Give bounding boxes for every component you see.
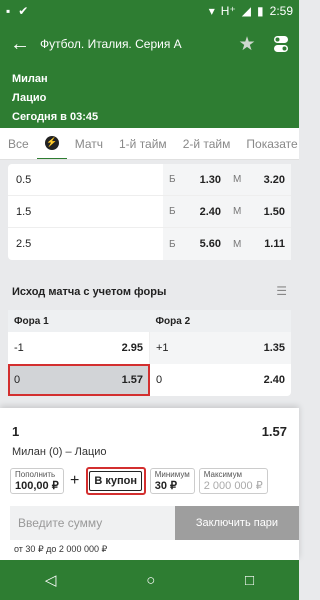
check-icon: ✔ — [18, 4, 29, 18]
tab-second-half[interactable]: 2-й тайм — [175, 128, 239, 159]
under-odd[interactable]: М 1.50 — [227, 196, 291, 227]
bet-odd: 1.57 — [261, 424, 287, 439]
network-label: H⁺ — [220, 4, 236, 18]
add-to-coupon-button[interactable]: В купон — [85, 467, 146, 495]
over-odd[interactable]: Б 1.30 — [163, 164, 227, 195]
match-start: Сегодня в 03:45 — [12, 111, 99, 123]
app-bar: ← Футбол. Италия. Серия А ★ — [0, 22, 299, 66]
clock: 2:59 — [269, 4, 293, 18]
stake-input[interactable]: Введите сумму — [10, 506, 175, 540]
handicap-table: Фора 1 Фора 2 -1 2.95 +1 1.35 0 1.57 0 2.40 — [8, 310, 291, 396]
list-menu-icon[interactable]: ☰ — [276, 284, 287, 298]
battery-icon: ▮ — [257, 4, 264, 18]
table-row: 1.5 Б 2.40 М 1.50 — [8, 196, 291, 228]
slip-actions: Пополнить 100,00 ₽ + В купон Минимум 30 … — [10, 466, 299, 496]
stake-range: от 30 ₽ до 2 000 000 ₽ — [14, 544, 108, 554]
lightning-icon: ⚡ — [44, 135, 59, 150]
page-title: Футбол. Италия. Серия А — [40, 37, 182, 51]
table-row: -1 2.95 +1 1.35 — [8, 332, 291, 364]
max-stake-button[interactable]: Максимум 2 000 000 ₽ — [198, 468, 268, 494]
settings-toggle-icon[interactable] — [263, 22, 299, 66]
market-tabs: Все ⚡ Матч 1-й тайм 2-й тайм Показате — [0, 128, 299, 160]
team1-name: Милан — [12, 73, 48, 85]
stake-input-row: Введите сумму Заключить пари — [10, 506, 299, 540]
home-icon[interactable]: ○ — [146, 572, 155, 589]
table-row: 0 1.57 0 2.40 — [8, 364, 291, 396]
under-odd[interactable]: М 1.11 — [227, 228, 291, 260]
match-info: Милан Лацио Сегодня в 03:45 — [0, 66, 299, 128]
handicap1-header: Фора 1 — [14, 315, 49, 327]
topup-button[interactable]: Пополнить 100,00 ₽ — [10, 468, 64, 494]
back-arrow-icon[interactable]: ← — [0, 22, 40, 66]
total-param: 2.5 — [16, 238, 32, 250]
plus-icon[interactable]: + — [68, 472, 82, 490]
star-icon[interactable]: ★ — [231, 22, 263, 66]
bet-count: 1 — [12, 424, 20, 439]
sim-icon: ▪ — [6, 4, 11, 18]
handicap2-header: Фора 2 — [155, 315, 191, 327]
totals-table: 0.5 Б 1.30 М 3.20 1.5 Б 2.40 М 1.50 2.5 Б 5.6… — [8, 164, 291, 260]
table-row: 2.5 Б 5.60 М 1.11 — [8, 228, 291, 260]
total-param: 1.5 — [16, 205, 32, 218]
tab-first-half[interactable]: 1-й тайм — [111, 128, 175, 159]
over-odd[interactable]: Б 5.60 — [163, 228, 227, 260]
total-param: 0.5 — [16, 173, 32, 186]
handicap1-odd[interactable]: -1 2.95 — [8, 332, 150, 364]
back-icon[interactable]: ◁ — [45, 571, 57, 589]
place-bet-button[interactable]: Заключить пари — [175, 506, 299, 540]
table-row: 0.5 Б 1.30 М 3.20 — [8, 164, 291, 196]
signal-icon: ◢ — [241, 4, 252, 18]
bet-slip: 1 1.57 Милан (0) – Лацио Пополнить 100,0… — [0, 408, 299, 560]
over-odd[interactable]: Б 2.40 — [163, 196, 227, 227]
tab-stats[interactable]: Показате — [238, 128, 299, 159]
under-odd[interactable]: М 3.20 — [227, 164, 291, 195]
tab-match[interactable]: Матч — [67, 128, 111, 159]
handicap1-odd-selected[interactable]: 0 1.57 — [8, 364, 150, 396]
system-nav-bar: ◁ ○ □ — [0, 560, 299, 600]
team2-name: Лацио — [12, 92, 47, 104]
tab-all[interactable]: Все — [0, 128, 37, 159]
status-bar: ▪ ✔ ▾ H⁺ ◢ ▮ 2:59 — [0, 0, 299, 22]
bet-event: Милан (0) – Лацио — [12, 446, 107, 458]
wifi-icon: ▾ — [208, 4, 215, 18]
tab-popular[interactable]: ⚡ — [36, 128, 67, 159]
handicap2-odd[interactable]: 0 2.40 — [150, 364, 291, 396]
handicap2-odd[interactable]: +1 1.35 — [150, 332, 291, 364]
recents-icon[interactable]: □ — [245, 572, 254, 589]
handicap-title: Исход матча с учетом форы — [12, 286, 167, 298]
min-stake-button[interactable]: Минимум 30 ₽ — [149, 468, 195, 494]
